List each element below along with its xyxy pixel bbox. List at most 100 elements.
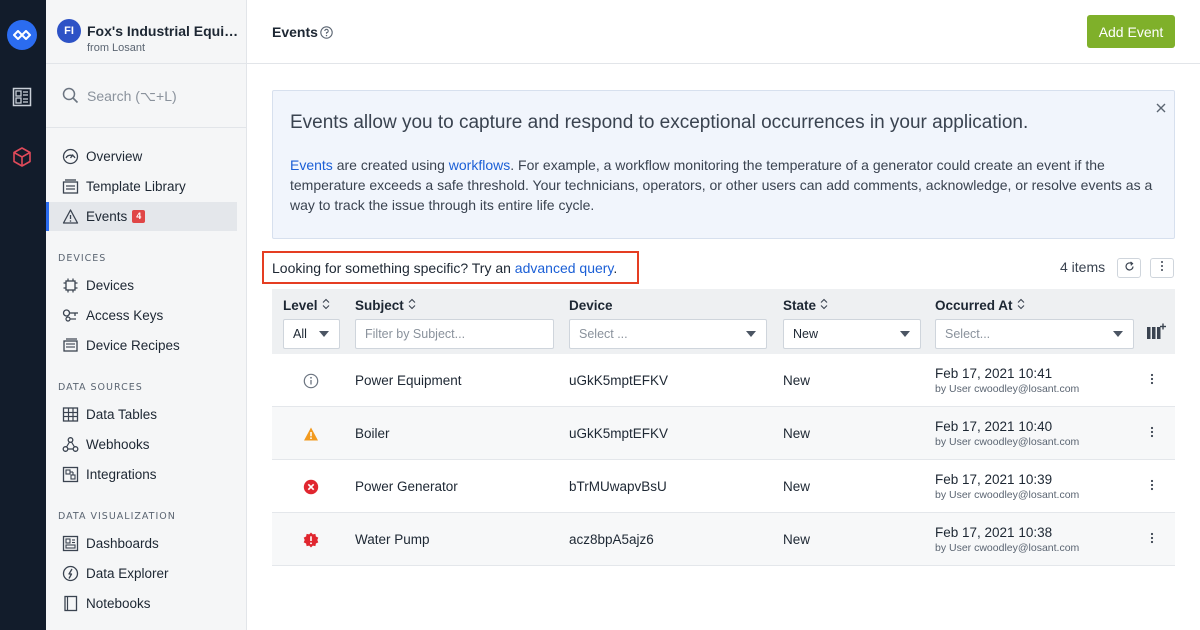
chevron-down-icon [319, 331, 329, 337]
advanced-query-link[interactable]: advanced query [515, 260, 614, 276]
kebab-icon[interactable] [1150, 531, 1154, 549]
level-filter-select[interactable]: All [283, 319, 340, 349]
error-icon [303, 479, 319, 500]
device-filter-select[interactable]: Select ... [569, 319, 767, 349]
event-state: New [783, 479, 811, 494]
sidebar: FI Fox's Industrial Equipment from Losan… [46, 0, 247, 630]
device-link[interactable]: uGkK5mptEFKV [569, 426, 668, 441]
losant-logo-icon[interactable] [7, 20, 37, 50]
query-suffix: . [613, 260, 618, 276]
app-name: Fox's Industrial Equipment [87, 23, 242, 39]
kebab-icon[interactable] [1150, 425, 1154, 443]
page-title: Events [272, 24, 318, 40]
close-icon[interactable] [1156, 100, 1166, 118]
search-box[interactable]: Search (⌥+L) [46, 64, 246, 128]
event-state: New [783, 532, 811, 547]
events-count-badge: 4 [132, 210, 146, 223]
sidebar-item-dashboards[interactable]: Dashboards [46, 529, 237, 558]
event-subject-link[interactable]: Boiler [355, 426, 390, 441]
device-link[interactable]: acz8bpA5ajz6 [569, 532, 654, 547]
event-state: New [783, 426, 811, 441]
sidebar-item-events[interactable]: Events 4 [46, 202, 237, 231]
column-header-device: Device [569, 298, 613, 313]
events-docs-link[interactable]: Events [290, 157, 333, 173]
app-org: from Losant [87, 42, 146, 54]
column-label: Subject [355, 298, 404, 313]
event-subject-link[interactable]: Water Pump [355, 532, 430, 547]
sidebar-item-label: Access Keys [86, 308, 164, 323]
state-filter-select[interactable]: New [783, 319, 921, 349]
event-time: Feb 17, 2021 10:39 [935, 472, 1053, 487]
template-library-icon [61, 178, 79, 196]
info-body: Events are created using workflows. For … [290, 155, 1155, 215]
chevron-down-icon [746, 331, 756, 337]
kebab-icon[interactable] [1150, 372, 1154, 390]
device-link[interactable]: uGkK5mptEFKV [569, 373, 668, 388]
table-icon [61, 406, 79, 424]
table-header: Level Subject Device State Occurred At A… [272, 289, 1175, 354]
sidebar-item-label: Integrations [86, 467, 157, 482]
sort-icon [322, 298, 330, 313]
cube-icon[interactable] [11, 146, 33, 168]
column-label: Level [283, 298, 318, 313]
occurred-filter-select[interactable]: Select... [935, 319, 1134, 349]
sidebar-item-data-tables[interactable]: Data Tables [46, 400, 237, 429]
event-subject-link[interactable]: Power Generator [355, 479, 458, 494]
applications-icon[interactable] [11, 86, 33, 108]
device-link[interactable]: bTrMUwapvBsU [569, 479, 667, 494]
key-icon [61, 307, 79, 325]
event-time: Feb 17, 2021 10:41 [935, 366, 1053, 381]
subject-filter-placeholder: Filter by Subject... [365, 327, 466, 341]
integrations-icon [61, 466, 79, 484]
column-label: Device [569, 298, 613, 313]
sidebar-item-label: Device Recipes [86, 338, 180, 353]
table-row[interactable]: Power Equipment uGkK5mptEFKV New Feb 17,… [272, 354, 1175, 407]
sidebar-item-notebooks[interactable]: Notebooks [46, 589, 237, 618]
sidebar-item-data-explorer[interactable]: Data Explorer [46, 559, 237, 588]
column-header-state[interactable]: State [783, 298, 828, 313]
add-event-button[interactable]: Add Event [1087, 15, 1175, 48]
columns-icon[interactable] [1146, 323, 1166, 346]
sidebar-item-label: Template Library [86, 179, 186, 194]
info-title: Events allow you to capture and respond … [290, 112, 1029, 133]
notebook-icon [61, 595, 79, 613]
table-row[interactable]: Water Pump acz8bpA5ajz6 New Feb 17, 2021… [272, 513, 1175, 566]
sidebar-item-webhooks[interactable]: Webhooks [46, 430, 237, 459]
kebab-icon[interactable] [1150, 478, 1154, 496]
chip-icon [61, 277, 79, 295]
sidebar-item-access-keys[interactable]: Access Keys [46, 301, 237, 330]
event-subject-link[interactable]: Power Equipment [355, 373, 462, 388]
column-header-level[interactable]: Level [283, 298, 330, 313]
level-filter-value: All [293, 327, 307, 341]
sidebar-item-label: Webhooks [86, 437, 150, 452]
overview-icon [61, 148, 79, 166]
sidebar-item-integrations[interactable]: Integrations [46, 460, 237, 489]
sidebar-item-label: Data Tables [86, 407, 158, 422]
more-options-button[interactable] [1150, 258, 1174, 278]
sidebar-item-devices[interactable]: Devices [46, 271, 237, 300]
sidebar-item-overview[interactable]: Overview [46, 142, 237, 171]
advanced-query-prompt: Looking for something specific? Try an a… [272, 260, 617, 276]
sidebar-item-label: Devices [86, 278, 135, 293]
chevron-down-icon [900, 331, 910, 337]
help-icon[interactable] [320, 26, 333, 44]
table-row[interactable]: Power Generator bTrMUwapvBsU New Feb 17,… [272, 460, 1175, 513]
sidebar-item-device-recipes[interactable]: Device Recipes [46, 331, 237, 360]
subject-filter-input[interactable]: Filter by Subject... [355, 319, 554, 349]
app-avatar: FI [57, 19, 81, 43]
page-header: Events Add Event [247, 0, 1200, 64]
column-header-subject[interactable]: Subject [355, 298, 416, 313]
application-header[interactable]: FI Fox's Industrial Equipment from Losan… [46, 0, 246, 64]
workflows-link[interactable]: workflows [449, 157, 510, 173]
column-label: State [783, 298, 817, 313]
table-row[interactable]: Boiler uGkK5mptEFKV New Feb 17, 2021 10:… [272, 407, 1175, 460]
event-state: New [783, 373, 811, 388]
device-filter-placeholder: Select ... [579, 327, 628, 341]
sidebar-item-label: Dashboards [86, 536, 159, 551]
column-header-occurred-at[interactable]: Occurred At [935, 298, 1025, 313]
column-label: Occurred At [935, 298, 1013, 313]
sidebar-item-template-library[interactable]: Template Library [46, 172, 237, 201]
search-input[interactable]: Search (⌥+L) [87, 88, 177, 105]
sort-icon [1017, 298, 1025, 313]
refresh-button[interactable] [1117, 258, 1141, 278]
